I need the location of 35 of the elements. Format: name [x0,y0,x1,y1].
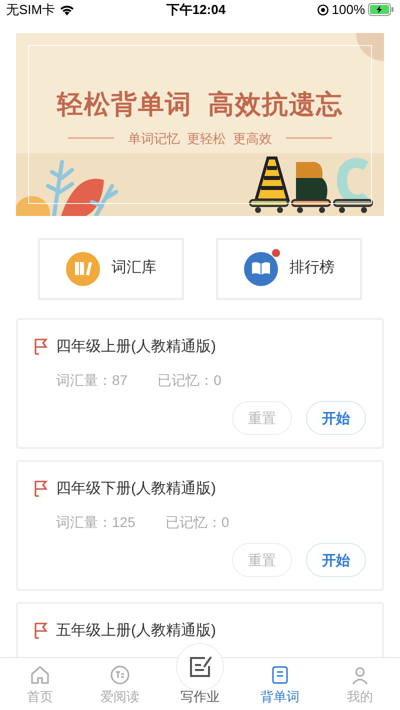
time-text: 下午12:04 [166,1,226,19]
start-button[interactable]: 开始 [306,401,366,435]
battery-percent: 100% [332,1,365,19]
flag-icon [34,480,48,498]
book-title: 四年级上册(人教精通版) [56,336,216,356]
flag-icon [34,622,48,640]
corner-circle-decoration [356,32,384,60]
open-book-icon [244,252,278,286]
wifi-icon [59,4,76,16]
tab-item[interactable]: 写作业 [160,643,240,710]
book-title: 四年级下册(人教精通版) [56,478,216,498]
carrier-text: 无SIM卡 [6,1,56,19]
person-icon [350,664,370,684]
book-title: 五年级上册(人教精通版) [56,620,216,640]
memorized-count: 已记忆：0 [165,513,230,532]
tab-item[interactable]: 爱阅读 [80,657,160,710]
tab-item[interactable]: 我的 [320,657,400,710]
battery-charging-icon [368,3,394,16]
rotation-lock-icon [316,4,329,16]
banner-title: 轻松背单词 高效抗遗忘 [56,88,344,120]
vocab-count: 词汇量：87 [56,371,128,390]
banner-subtitle: 单词记忆 更轻松 更高效 [128,130,272,148]
vocab-count: 词汇量：125 [56,513,136,532]
flag-icon [34,338,48,356]
tab-item[interactable]: 背单词 [240,657,320,710]
start-button[interactable]: 开始 [306,543,366,577]
book-icon [270,664,290,684]
shortcut-button[interactable]: 词汇库 [38,238,184,300]
edit-note-icon [187,654,213,680]
memorized-count: 已记忆：0 [158,371,222,390]
tab-item[interactable]: 首页 [0,657,80,710]
text-circle-icon [110,664,130,684]
books-icon [66,252,100,286]
home-icon [30,664,50,684]
shortcut-button[interactable]: 排行榜 [216,238,362,300]
